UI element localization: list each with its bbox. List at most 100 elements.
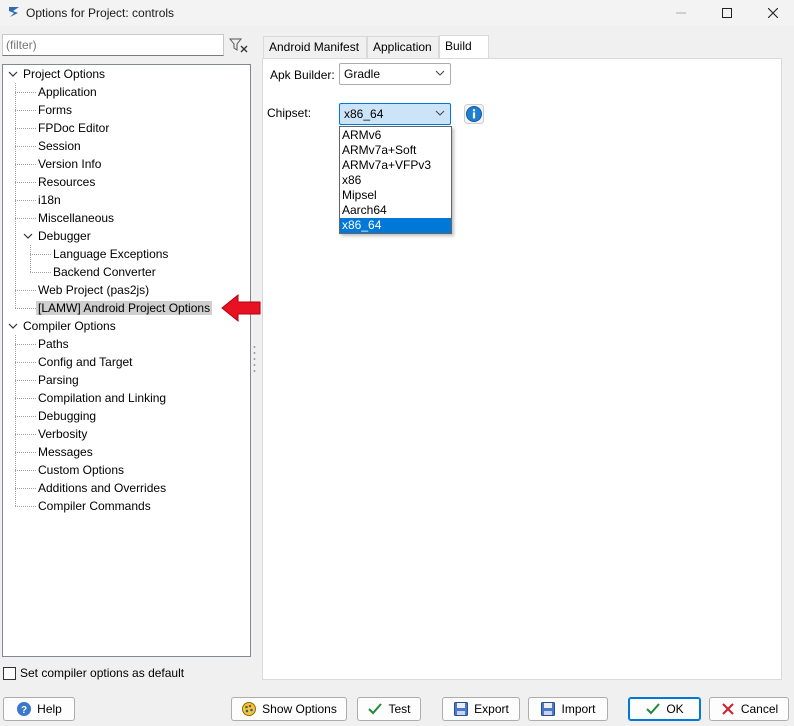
tree-item-label: Parsing <box>38 373 79 387</box>
chipset-select[interactable]: x86_64 <box>339 103 451 125</box>
close-icon <box>768 8 778 18</box>
tree-item-label: FPDoc Editor <box>38 121 110 135</box>
tab-android-manifest[interactable]: Android Manifest <box>263 36 367 58</box>
show-options-button[interactable]: Show Options <box>231 697 347 721</box>
title-bar: Options for Project: controls <box>0 0 794 26</box>
apk-builder-select[interactable]: Gradle <box>339 63 451 85</box>
import-button[interactable]: Import <box>528 697 608 721</box>
default-options-checkbox-row[interactable]: Set compiler options as default <box>3 665 184 681</box>
tree-connector <box>15 344 36 345</box>
tree-connector <box>15 380 36 381</box>
lazarus-app-icon <box>9 7 19 17</box>
tree-item-label: i18n <box>38 193 61 207</box>
red-pointer-arrow-icon <box>221 293 261 323</box>
expand-chevron-icon[interactable] <box>8 69 18 79</box>
tree-item[interactable]: Paths <box>36 335 71 353</box>
tree-connector <box>15 290 36 291</box>
tab-build[interactable]: Build <box>439 35 489 58</box>
tree-connector <box>15 110 36 111</box>
tree-item-label: Verbosity <box>38 427 88 441</box>
tree-item[interactable]: Web Project (pas2js) <box>36 281 151 299</box>
splitter-grip[interactable] <box>253 345 256 373</box>
tree-item-label: Web Project (pas2js) <box>38 283 150 297</box>
tree-item[interactable]: Additions and Overrides <box>36 479 168 497</box>
options-tree[interactable]: Project Options Application Forms FPDoc Edi… <box>2 64 251 657</box>
expand-chevron-icon[interactable] <box>8 321 18 331</box>
minimize-button[interactable] <box>658 0 704 26</box>
tree-item-label: Miscellaneous <box>38 211 115 225</box>
chipset-option[interactable]: Mipsel <box>340 188 451 203</box>
tree-connector <box>15 398 36 399</box>
chipset-option[interactable]: x86 <box>340 173 451 188</box>
default-options-checkbox[interactable] <box>3 666 16 680</box>
tree-item-label: Messages <box>38 445 93 459</box>
tree-item-label: Additions and Overrides <box>38 481 167 495</box>
ok-button-label: OK <box>666 702 684 716</box>
chipset-label: Chipset: <box>267 106 312 120</box>
cancel-button[interactable]: Cancel <box>709 697 789 721</box>
tree-item-label: Session <box>38 139 81 153</box>
expand-chevron-icon[interactable] <box>23 231 33 241</box>
filter-input[interactable] <box>2 34 224 56</box>
tree-item[interactable]: Version Info <box>36 155 103 173</box>
tree-connector <box>15 146 36 147</box>
clear-filter-icon[interactable] <box>229 37 249 53</box>
chipset-option[interactable]: ARMv6 <box>340 128 451 143</box>
tree-item[interactable]: Session <box>36 137 83 155</box>
tree-item[interactable]: Resources <box>36 173 97 191</box>
options-dialog: Options for Project: controls Project Op… <box>0 0 794 726</box>
tree-connector <box>15 92 36 93</box>
tree-connector <box>15 506 36 507</box>
tree-item[interactable]: Config and Target <box>36 353 135 371</box>
apk-builder-label: Apk Builder: <box>270 68 335 82</box>
tree-item[interactable]: Messages <box>36 443 95 461</box>
tree-item[interactable]: Debugging <box>36 407 98 425</box>
export-button[interactable]: Export <box>442 697 520 721</box>
tree-item-label: Forms <box>38 103 72 117</box>
chipset-option[interactable]: ARMv7a+VFPv3 <box>340 158 451 173</box>
tree-item[interactable]: Compiler Commands <box>36 497 153 515</box>
help-button-label: Help <box>37 702 62 716</box>
chipset-option[interactable]: x86_64 <box>340 218 451 233</box>
show-options-label: Show Options <box>262 702 337 716</box>
chevron-down-icon <box>435 70 445 76</box>
tree-item[interactable]: Miscellaneous <box>36 209 116 227</box>
minimize-icon <box>676 12 686 14</box>
tree-item-label: Debugger <box>38 229 91 243</box>
tree-item[interactable]: Backend Converter <box>51 263 158 281</box>
tree-item[interactable]: Application <box>36 83 99 101</box>
chipset-option[interactable]: ARMv7a+Soft <box>340 143 451 158</box>
tree-item[interactable]: Compiler Options <box>21 317 118 335</box>
tree-item-label: Version Info <box>38 157 102 171</box>
tree-item[interactable]: Project Options <box>21 65 107 83</box>
open-disk-icon <box>541 702 556 716</box>
info-icon[interactable] <box>464 104 484 124</box>
chipset-value: x86_64 <box>344 107 384 121</box>
tree-item[interactable]: Debugger <box>36 227 93 245</box>
tree-item[interactable]: Custom Options <box>36 461 126 479</box>
tree-item[interactable]: [LAMW] Android Project Options <box>36 299 213 317</box>
tree-item-label: Debugging <box>38 409 97 423</box>
cancel-button-label: Cancel <box>740 702 779 716</box>
tree-item[interactable]: Forms <box>36 101 74 119</box>
ok-button[interactable]: OK <box>628 697 701 721</box>
checkmark-icon <box>368 703 383 715</box>
default-options-label: Set compiler options as default <box>20 666 185 680</box>
tree-item[interactable]: Compilation and Linking <box>36 389 168 407</box>
chipset-dropdown-list[interactable]: ARMv6 ARMv7a+Soft ARMv7a+VFPv3 x86 Mipsel Aar… <box>339 126 452 234</box>
test-button[interactable]: Test <box>357 697 421 721</box>
tree-item[interactable]: i18n <box>36 191 63 209</box>
maximize-button[interactable] <box>704 0 750 26</box>
chipset-option[interactable]: Aarch64 <box>340 203 451 218</box>
tree-item[interactable]: Language Exceptions <box>51 245 170 263</box>
save-disk-icon <box>454 702 469 716</box>
tree-item[interactable]: FPDoc Editor <box>36 119 111 137</box>
close-button[interactable] <box>750 0 794 26</box>
tree-item[interactable]: Parsing <box>36 371 81 389</box>
tree-item[interactable]: Verbosity <box>36 425 89 443</box>
tab-application[interactable]: Application <box>367 36 439 58</box>
tree-connector <box>15 308 36 309</box>
cancel-x-icon <box>722 703 734 715</box>
import-button-label: Import <box>561 702 596 716</box>
help-button[interactable]: ? Help <box>3 697 75 721</box>
